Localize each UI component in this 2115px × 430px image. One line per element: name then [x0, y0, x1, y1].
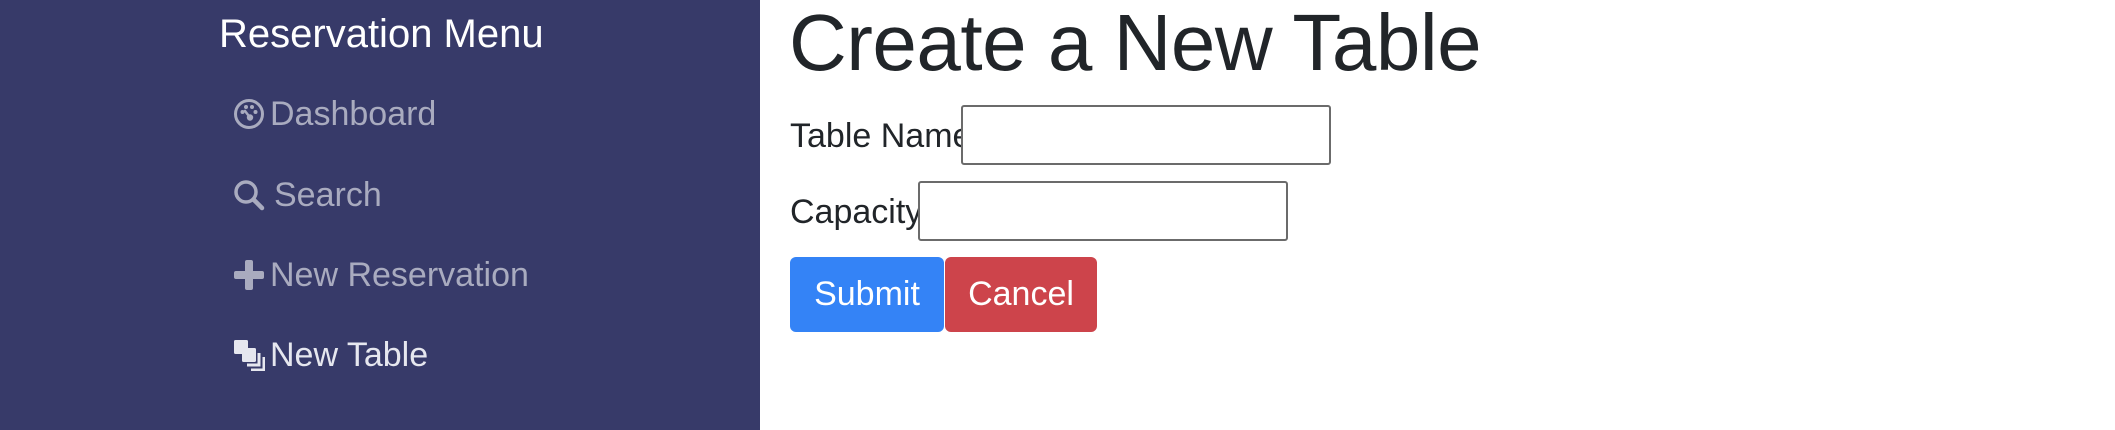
- sidebar-item-label: New Reservation: [270, 256, 529, 294]
- sidebar-item-search[interactable]: Search: [232, 167, 382, 223]
- sidebar-item-label: Dashboard: [270, 95, 437, 133]
- sidebar-item-label: Search: [274, 176, 382, 214]
- search-icon: [232, 178, 266, 212]
- app-layout: Reservation Menu Dashboard Search New Re…: [0, 0, 2115, 430]
- capacity-label: Capacity: [790, 193, 923, 231]
- plus-icon: [232, 258, 266, 292]
- sidebar-item-new-table[interactable]: New Table: [232, 327, 428, 383]
- main-content: Create a New Table Table Name Capacity S…: [760, 0, 2115, 430]
- table-name-input[interactable]: [961, 105, 1331, 165]
- dashboard-icon: [232, 97, 266, 131]
- cancel-button[interactable]: Cancel: [945, 257, 1097, 332]
- sidebar-item-label: New Table: [270, 336, 429, 374]
- table-name-label: Table Name: [790, 117, 972, 155]
- capacity-input[interactable]: [918, 181, 1288, 241]
- sidebar: Reservation Menu Dashboard Search New Re…: [0, 0, 760, 430]
- sidebar-item-dashboard[interactable]: Dashboard: [232, 86, 436, 142]
- page-title: Create a New Table: [789, 0, 1482, 87]
- sidebar-item-new-reservation[interactable]: New Reservation: [232, 247, 529, 303]
- submit-button[interactable]: Submit: [790, 257, 944, 332]
- layers-icon: [232, 338, 266, 372]
- sidebar-title: Reservation Menu: [219, 12, 544, 56]
